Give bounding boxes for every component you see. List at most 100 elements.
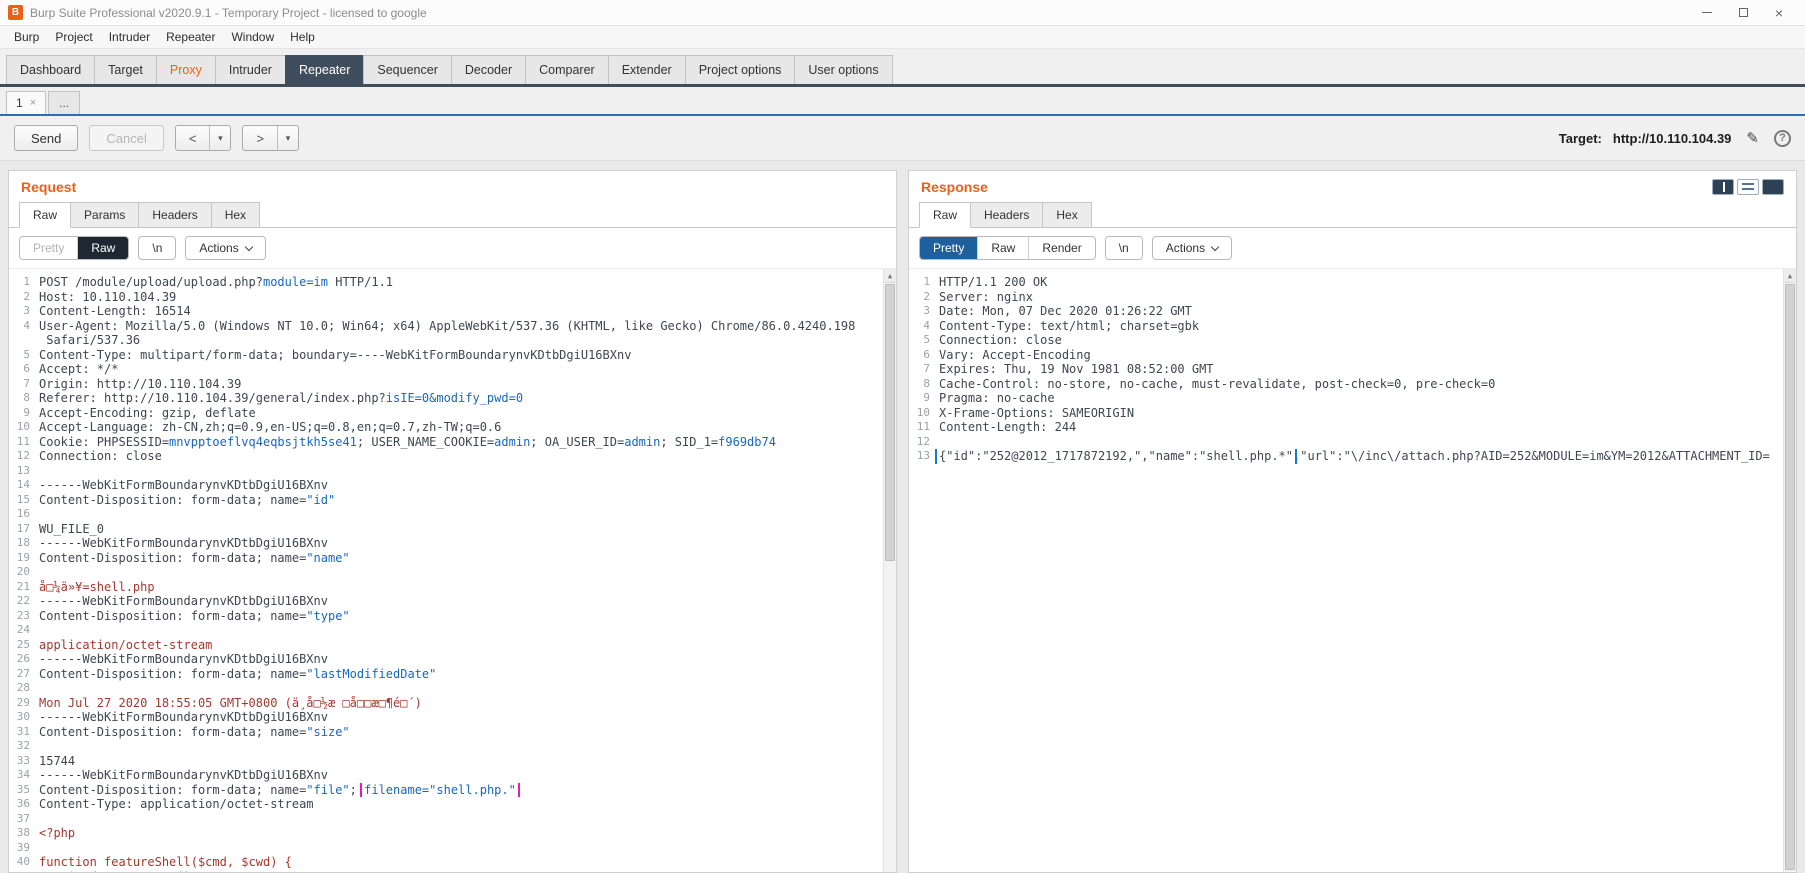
restore-button[interactable] bbox=[1725, 1, 1761, 25]
code-line: 32 bbox=[9, 739, 883, 754]
response-scrollbar[interactable]: ▲ bbox=[1783, 269, 1796, 872]
tab-extender[interactable]: Extender bbox=[608, 55, 686, 84]
line-number: 20 bbox=[9, 565, 39, 580]
menu-project[interactable]: Project bbox=[47, 28, 100, 46]
help-icon[interactable]: ? bbox=[1774, 130, 1791, 147]
code-segment: User-Agent: Mozilla/5.0 (Windows NT 10.0… bbox=[39, 319, 855, 333]
minimize-button[interactable] bbox=[1689, 1, 1725, 25]
code-line: 26------WebKitFormBoundarynvKDtbDgiU16BX… bbox=[9, 652, 883, 667]
edit-target-icon[interactable]: ✎ bbox=[1746, 129, 1759, 147]
menu-burp[interactable]: Burp bbox=[6, 28, 47, 46]
code-segment: Content-Disposition: form-data; name= bbox=[39, 725, 306, 739]
resp-view-render[interactable]: Render bbox=[1029, 237, 1094, 259]
chevron-down-icon[interactable]: ▾ bbox=[210, 126, 230, 150]
tab-intruder[interactable]: Intruder bbox=[215, 55, 286, 84]
layout-stacked-icon[interactable] bbox=[1737, 179, 1759, 195]
tab-comparer[interactable]: Comparer bbox=[525, 55, 609, 84]
request-title: Request bbox=[21, 179, 76, 195]
line-number: 2 bbox=[909, 290, 939, 305]
window-title: Burp Suite Professional v2020.9.1 - Temp… bbox=[30, 6, 1689, 20]
line-text: Connection: close bbox=[939, 333, 1783, 348]
history-back-button[interactable]: < bbox=[176, 126, 211, 150]
line-text bbox=[39, 681, 883, 696]
resp-view-pretty[interactable]: Pretty bbox=[920, 237, 978, 259]
scroll-up-icon[interactable]: ▲ bbox=[884, 269, 896, 283]
line-number: 8 bbox=[909, 377, 939, 392]
code-segment: 15744 bbox=[39, 754, 75, 768]
code-segment: ; SID_1= bbox=[660, 435, 718, 449]
scrollbar-thumb[interactable] bbox=[1785, 284, 1795, 870]
newline-toggle-button[interactable]: \n bbox=[1105, 236, 1143, 260]
close-tab-icon[interactable]: × bbox=[30, 97, 36, 109]
code-line: 10X-Frame-Options: SAMEORIGIN bbox=[909, 406, 1783, 421]
actions-button[interactable]: Actions bbox=[185, 236, 265, 260]
line-number: 4 bbox=[909, 319, 939, 334]
line-number: 6 bbox=[9, 362, 39, 377]
code-segment: Cookie: PHPSESSID= bbox=[39, 435, 169, 449]
menu-window[interactable]: Window bbox=[223, 28, 282, 46]
layout-single-icon[interactable] bbox=[1762, 179, 1784, 195]
code-segment: ; OA_USER_ID= bbox=[530, 435, 624, 449]
cancel-button[interactable]: Cancel bbox=[89, 125, 163, 151]
code-line: 27Content-Disposition: form-data; name="… bbox=[9, 667, 883, 682]
repeater-tab-bar: 1 × ... bbox=[0, 87, 1805, 116]
newline-toggle-button[interactable]: \n bbox=[138, 236, 176, 260]
code-segment: ,"url":"\/inc\/attach.php?AID=252&MODULE… bbox=[1293, 449, 1770, 463]
scrollbar-thumb[interactable] bbox=[885, 284, 895, 561]
window-controls: × bbox=[1689, 1, 1797, 25]
line-text: Accept-Language: zh-CN,zh;q=0.9,en-US;q=… bbox=[39, 420, 883, 435]
line-text: Safari/537.36 bbox=[39, 333, 883, 348]
menu-repeater[interactable]: Repeater bbox=[158, 28, 223, 46]
response-editor[interactable]: 1HTTP/1.1 200 OK2Server: nginx3Date: Mon… bbox=[909, 269, 1796, 872]
send-button[interactable]: Send bbox=[14, 125, 78, 151]
code-line: 24 bbox=[9, 623, 883, 638]
code-line: 4User-Agent: Mozilla/5.0 (Windows NT 10.… bbox=[9, 319, 883, 334]
repeater-tab-1[interactable]: 1 × bbox=[6, 91, 46, 114]
resp-tab-headers[interactable]: Headers bbox=[970, 202, 1043, 227]
line-text bbox=[939, 435, 1783, 450]
code-segment: Server: nginx bbox=[939, 290, 1033, 304]
scroll-up-icon[interactable]: ▲ bbox=[1784, 269, 1796, 283]
tab-sequencer[interactable]: Sequencer bbox=[363, 55, 451, 84]
menu-intruder[interactable]: Intruder bbox=[101, 28, 158, 46]
actions-button[interactable]: Actions bbox=[1152, 236, 1232, 260]
resp-tab-raw[interactable]: Raw bbox=[919, 202, 971, 228]
resp-tab-hex[interactable]: Hex bbox=[1042, 202, 1091, 227]
line-number: 3 bbox=[9, 304, 39, 319]
line-number: 16 bbox=[9, 507, 39, 522]
req-view-pretty[interactable]: Pretty bbox=[20, 237, 78, 259]
tab-project-options[interactable]: Project options bbox=[685, 55, 796, 84]
resp-view-raw[interactable]: Raw bbox=[978, 237, 1029, 259]
tab-user-options[interactable]: User options bbox=[794, 55, 892, 84]
tab-target[interactable]: Target bbox=[94, 55, 157, 84]
code-segment: Cache-Control: no-store, no-cache, must-… bbox=[939, 377, 1495, 391]
request-scrollbar[interactable]: ▲ bbox=[883, 269, 896, 872]
code-segment: Content-Disposition: form-data; name= bbox=[39, 609, 306, 623]
layout-side-by-side-icon[interactable] bbox=[1712, 179, 1734, 195]
tab-dashboard[interactable]: Dashboard bbox=[6, 55, 95, 84]
code-segment: å□¼ä»¥=shell.php bbox=[39, 580, 155, 594]
tab-proxy[interactable]: Proxy bbox=[156, 55, 216, 84]
line-number: 37 bbox=[9, 812, 39, 827]
code-line: 18------WebKitFormBoundarynvKDtbDgiU16BX… bbox=[9, 536, 883, 551]
history-forward-button[interactable]: > bbox=[243, 126, 278, 150]
chevron-down-icon[interactable]: ▾ bbox=[278, 126, 298, 150]
line-text: WU_FILE_0 bbox=[39, 522, 883, 537]
close-button[interactable]: × bbox=[1761, 1, 1797, 25]
line-number: 36 bbox=[9, 797, 39, 812]
line-text: ------WebKitFormBoundarynvKDtbDgiU16BXnv bbox=[39, 652, 883, 667]
request-panel: Request RawParamsHeadersHex PrettyRaw \n… bbox=[8, 170, 897, 873]
request-editor[interactable]: 1POST /module/upload/upload.php?module=i… bbox=[9, 269, 896, 872]
req-tab-params[interactable]: Params bbox=[70, 202, 139, 227]
code-line: 35Content-Disposition: form-data; name="… bbox=[9, 783, 883, 798]
req-view-raw[interactable]: Raw bbox=[78, 237, 128, 259]
menu-help[interactable]: Help bbox=[282, 28, 323, 46]
req-tab-raw[interactable]: Raw bbox=[19, 202, 71, 228]
tab-decoder[interactable]: Decoder bbox=[451, 55, 526, 84]
code-line: 29Mon Jul 27 2020 18:55:05 GMT+0800 (ä¸­… bbox=[9, 696, 883, 711]
line-number: 41 bbox=[9, 870, 39, 873]
req-tab-headers[interactable]: Headers bbox=[138, 202, 211, 227]
tab-repeater[interactable]: Repeater bbox=[285, 55, 364, 84]
req-tab-hex[interactable]: Hex bbox=[211, 202, 260, 227]
more-tabs-button[interactable]: ... bbox=[48, 91, 80, 114]
